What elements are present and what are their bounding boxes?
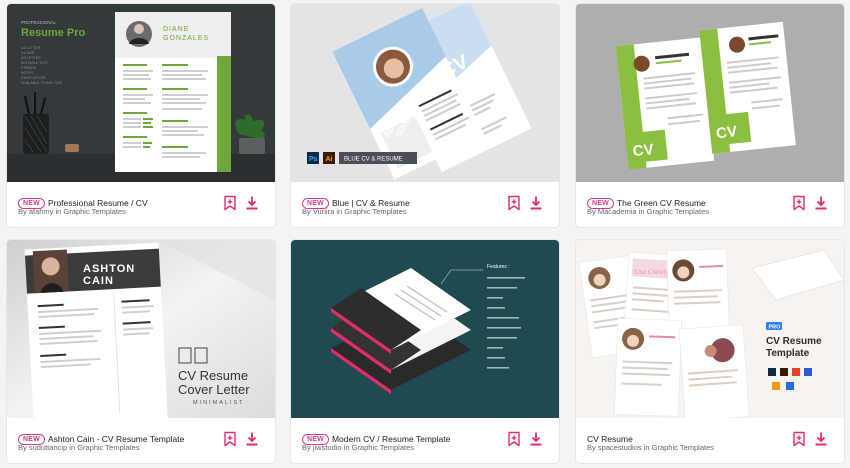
thumb-feature: A4 LETTER xyxy=(21,46,41,50)
thumb-name-2: GONZALES xyxy=(163,35,209,42)
photoshop-icon: Ps xyxy=(309,156,318,163)
template-card[interactable]: CV CV NEW The Green CV Resume By Macadem… xyxy=(576,4,844,227)
thumb-feature: SCALABLE TO ANY SIZE xyxy=(21,81,63,85)
card-thumbnail[interactable]: CV ADELIA SUAREX Ps Ai BLUE CV & RESUME xyxy=(291,4,559,182)
card-meta: NEW The Green CV Resume By Macademia in G… xyxy=(576,182,844,227)
thumb-feature: NOTES xyxy=(21,71,34,75)
card-meta: NEW Professional Resume / CV By afahmy in… xyxy=(7,182,275,227)
card-thumbnail[interactable]: CV CV xyxy=(576,4,844,182)
thumb-script: Lisa Crawly xyxy=(633,268,669,276)
card-actions xyxy=(507,195,547,211)
resume-preview-image: CV CV xyxy=(576,4,844,182)
template-card[interactable]: Features : NEW Modern CV / Resume Templat… xyxy=(291,240,559,463)
resume-preview-image: PROFESSIONAL Resume Pro A4 LETTER A4 SIZ… xyxy=(7,4,275,182)
thumb-name-2: CAIN xyxy=(83,275,114,287)
bookmark-add-icon[interactable] xyxy=(507,431,521,447)
template-card[interactable]: Lisa Crawly PRO CV Resume Template CV Re… xyxy=(576,240,844,463)
card-meta: NEW Ashton Cain - CV Resume Template By s… xyxy=(7,418,275,463)
card-byline[interactable]: By Macademia in Graphic Templates xyxy=(587,207,709,216)
thumb-line-2: Cover Letter xyxy=(178,382,250,397)
download-icon[interactable] xyxy=(814,431,828,447)
card-actions xyxy=(507,431,547,447)
card-meta: NEW Blue | CV & Resume By Vunira in Graph… xyxy=(291,182,559,227)
resume-preview-image: ASHTON CAIN CV Resume Cover Letter MINIM… xyxy=(7,240,275,418)
card-thumbnail[interactable]: ASHTON CAIN CV Resume Cover Letter MINIM… xyxy=(7,240,275,418)
thumb-label-2: Resume Pro xyxy=(21,27,85,39)
download-icon[interactable] xyxy=(814,195,828,211)
thumb-name-1: DIANE xyxy=(163,26,189,33)
card-byline[interactable]: By suduttancip in Graphic Templates xyxy=(18,443,140,452)
card-byline[interactable]: By spacestudios in Graphic Templates xyxy=(587,443,714,452)
card-thumbnail[interactable]: Lisa Crawly PRO CV Resume Template xyxy=(576,240,844,418)
template-card[interactable]: PROFESSIONAL Resume Pro A4 LETTER A4 SIZ… xyxy=(7,4,275,227)
resume-preview-image: Lisa Crawly PRO CV Resume Template xyxy=(576,240,844,418)
thumb-feature: CMYK 300 DPI xyxy=(21,76,45,80)
thumb-feature: A4 SIZE xyxy=(21,51,35,55)
thumb-name-1: ASHTON xyxy=(83,263,135,275)
download-icon[interactable] xyxy=(245,195,259,211)
card-byline[interactable]: By jiwstudio in Graphic Templates xyxy=(302,443,414,452)
bookmark-add-icon[interactable] xyxy=(792,431,806,447)
thumb-feature: US LETTER xyxy=(21,56,41,60)
thumb-cv-text: CV xyxy=(715,123,738,142)
illustrator-icon: Ai xyxy=(326,156,333,163)
bookmark-add-icon[interactable] xyxy=(223,431,237,447)
thumb-line-3: MINIMALIST xyxy=(193,400,244,406)
thumb-cv-text: CV xyxy=(632,141,655,160)
resume-preview-image: Features : xyxy=(291,240,559,418)
pro-badge: PRO xyxy=(769,325,782,331)
card-meta: CV Resume By spacestudios in Graphic Tem… xyxy=(576,418,844,463)
thumb-caption: BLUE CV & RESUME xyxy=(344,157,403,163)
thumb-feature: EDITABLE TEXT xyxy=(21,61,49,65)
card-thumbnail[interactable]: Features : xyxy=(291,240,559,418)
download-icon[interactable] xyxy=(529,431,543,447)
bookmark-add-icon[interactable] xyxy=(223,195,237,211)
card-actions xyxy=(792,431,832,447)
thumb-label-1: PROFESSIONAL xyxy=(21,20,57,25)
thumb-feature: 2 PAGES xyxy=(21,66,37,70)
download-icon[interactable] xyxy=(245,431,259,447)
download-icon[interactable] xyxy=(529,195,543,211)
bookmark-add-icon[interactable] xyxy=(792,195,806,211)
card-actions xyxy=(792,195,832,211)
thumb-features-title: Features : xyxy=(487,264,510,270)
resume-preview-image: CV ADELIA SUAREX Ps Ai BLUE CV & RESUME xyxy=(291,4,559,182)
thumb-line-1: CV Resume xyxy=(178,368,248,383)
card-byline[interactable]: By Vunira in Graphic Templates xyxy=(302,207,407,216)
template-card[interactable]: CV ADELIA SUAREX Ps Ai BLUE CV & RESUME … xyxy=(291,4,559,227)
card-byline[interactable]: By afahmy in Graphic Templates xyxy=(18,207,126,216)
card-actions xyxy=(223,195,263,211)
thumb-line-1: CV Resume xyxy=(766,336,822,347)
bookmark-add-icon[interactable] xyxy=(507,195,521,211)
template-card[interactable]: ASHTON CAIN CV Resume Cover Letter MINIM… xyxy=(7,240,275,463)
card-actions xyxy=(223,431,263,447)
card-meta: NEW Modern CV / Resume Template By jiwstu… xyxy=(291,418,559,463)
card-thumbnail[interactable]: PROFESSIONAL Resume Pro A4 LETTER A4 SIZ… xyxy=(7,4,275,182)
thumb-line-2: Template xyxy=(766,348,810,359)
